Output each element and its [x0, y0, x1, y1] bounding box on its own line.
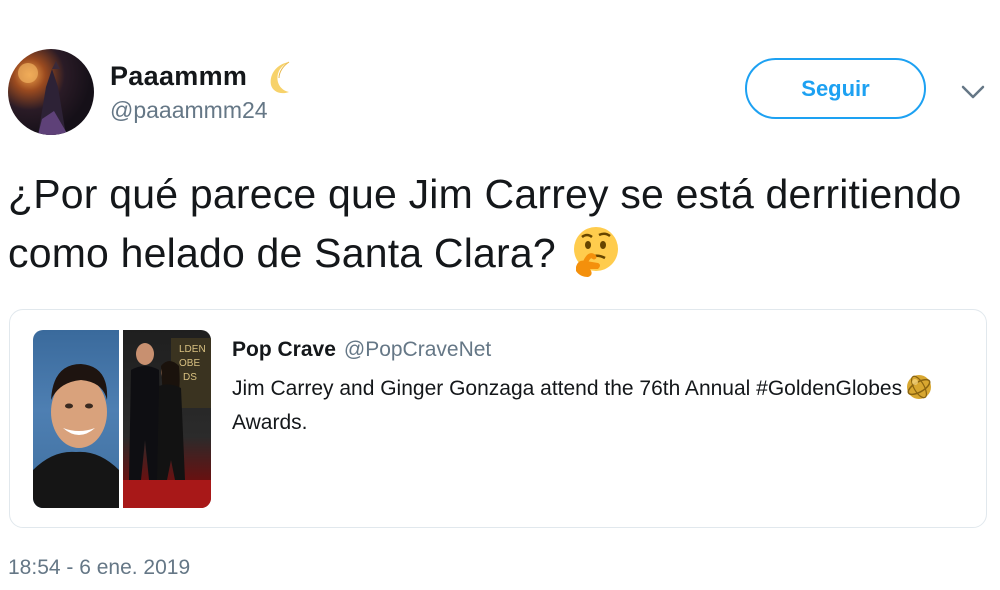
author-handle[interactable]: @paaammm24 [110, 97, 268, 124]
photo-red-carpet: LDEN OBE DS [123, 330, 211, 508]
tweet-body: ¿Por qué parece que Jim Carrey se está d… [8, 171, 962, 276]
crescent-moon-icon [259, 56, 299, 96]
chevron-down-icon[interactable] [958, 80, 988, 104]
golden-globe-icon [904, 372, 934, 402]
follow-button[interactable]: Seguir [745, 58, 926, 119]
svg-text:OBE: OBE [179, 358, 200, 369]
display-name[interactable]: Paaammm [110, 61, 247, 92]
svg-text:LDEN: LDEN [179, 344, 206, 355]
avatar[interactable] [8, 49, 94, 135]
quoted-tweet-author: Pop Crave @PopCraveNet [232, 338, 491, 362]
quoted-tweet-card[interactable]: LDEN OBE DS Pop Crave @PopCraveNet Jim C… [9, 309, 987, 528]
photo-jim-carrey-portrait [33, 330, 119, 508]
quoted-text-after: Awards. [232, 411, 308, 434]
quoted-text-before: Jim Carrey and Ginger Gonzaga attend the… [232, 377, 903, 400]
quoted-author-handle[interactable]: @PopCraveNet [344, 338, 491, 362]
author-name-row: Paaammm [110, 56, 299, 96]
tweet-text: ¿Por qué parece que Jim Carrey se está d… [8, 165, 988, 282]
quoted-tweet-text: Jim Carrey and Ginger Gonzaga attend the… [232, 372, 952, 440]
thinking-face-icon [568, 223, 624, 279]
svg-text:DS: DS [183, 372, 197, 383]
tweet-timestamp[interactable]: 18:54 - 6 ene. 2019 [8, 556, 190, 580]
quoted-tweet-media[interactable]: LDEN OBE DS [33, 330, 211, 508]
quoted-author-name[interactable]: Pop Crave [232, 338, 336, 362]
